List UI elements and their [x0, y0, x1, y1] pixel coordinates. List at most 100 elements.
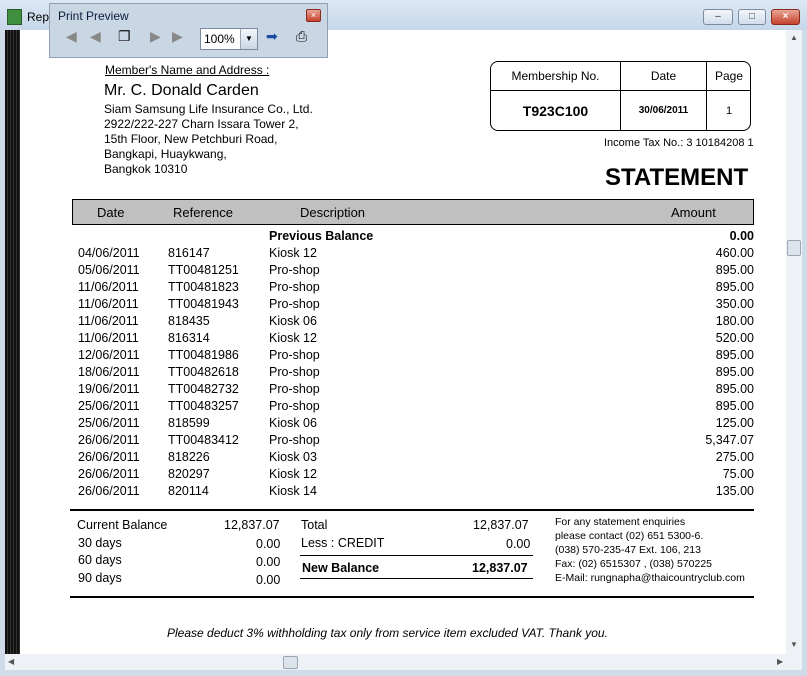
transaction-date: 11/06/2011	[78, 314, 139, 328]
copy-icon[interactable]: ❐	[118, 28, 131, 45]
transaction-amount: 75.00	[722, 467, 754, 481]
window-title: Rep	[27, 10, 50, 24]
footer-note: Please deduct 3% withholding tax only fr…	[167, 626, 608, 640]
transaction-reference: 818599	[168, 416, 210, 430]
transaction-reference: 820114	[168, 484, 209, 498]
transaction-description: Pro-shop	[269, 365, 320, 379]
chevron-down-icon[interactable]: ▼	[240, 29, 257, 49]
transaction-reference: 816147	[168, 246, 210, 260]
transaction-description: Kiosk 06	[269, 416, 317, 430]
table-row: 11/06/2011 TT00481943 Pro-shop 350.00	[20, 297, 786, 314]
contact-line: For any statement enquiries	[555, 516, 686, 528]
membership-label: Membership No.	[511, 69, 600, 83]
transaction-date: 04/06/2011	[78, 246, 140, 260]
divider	[70, 596, 754, 598]
transaction-amount: 5,347.07	[705, 433, 754, 447]
scroll-right-icon[interactable]: ▶	[777, 657, 783, 666]
date-label: Date	[650, 69, 677, 83]
page-label: Page	[714, 69, 744, 83]
credit-amount: 0.00	[506, 537, 531, 551]
transaction-date: 11/06/2011	[78, 280, 139, 294]
transaction-amount: 895.00	[715, 382, 754, 396]
close-icon[interactable]: ×	[306, 9, 321, 22]
export-icon[interactable]: ➡	[266, 28, 278, 45]
first-page-icon[interactable]: ◀​	[66, 28, 77, 45]
transaction-description: Kiosk 12	[269, 331, 317, 345]
contact-line: please contact (02) 651 5300-6.	[555, 530, 704, 542]
transaction-date: 26/06/2011	[78, 450, 140, 464]
close-button[interactable]: ×	[771, 9, 800, 25]
previous-page-icon[interactable]: ◀	[90, 28, 101, 45]
contact-line: (038) 570-235-47 Ext. 106, 213	[555, 544, 701, 556]
table-row: 11/06/2011 816314 Kiosk 12 520.00	[20, 331, 786, 348]
transaction-amount: 895.00	[715, 280, 754, 294]
transaction-reference: TT00481943	[168, 297, 239, 311]
transaction-reference: TT00482732	[168, 382, 239, 396]
table-row: 19/06/2011 TT00482732 Pro-shop 895.00	[20, 382, 786, 399]
aging-amount: 12,837.07	[224, 518, 280, 532]
address-line: 2922/222-227 Charn Issara Tower 2,	[104, 117, 299, 131]
table-row: 12/06/2011 TT00481986 Pro-shop 895.00	[20, 348, 786, 365]
aging-label: 60 days	[78, 553, 122, 567]
scroll-down-icon[interactable]: ▼	[790, 640, 798, 649]
vertical-scrollbar[interactable]: ▲ ▼	[786, 30, 802, 654]
transaction-amount: 895.00	[715, 348, 754, 362]
next-page-icon[interactable]: ▶	[150, 28, 161, 45]
maximize-button[interactable]: □	[738, 9, 766, 25]
table-row: 26/06/2011 820297 Kiosk 12 75.00	[20, 467, 786, 484]
column-amount: Amount	[671, 205, 716, 220]
transaction-reference: 820297	[168, 467, 210, 481]
transaction-description: Kiosk 03	[269, 450, 317, 464]
transaction-reference: TT00483412	[168, 433, 239, 447]
scroll-up-icon[interactable]: ▲	[790, 33, 798, 42]
horizontal-scroll-thumb[interactable]	[283, 656, 298, 669]
transaction-description: Pro-shop	[269, 348, 320, 362]
table-row: 18/06/2011 TT00482618 Pro-shop 895.00	[20, 365, 786, 382]
transaction-date: 26/06/2011	[78, 484, 140, 498]
vertical-scroll-thumb[interactable]	[787, 240, 801, 256]
table-row: 26/06/2011 TT00483412 Pro-shop 5,347.07	[20, 433, 786, 450]
transaction-date: 12/06/2011	[78, 348, 140, 362]
statement-date: 30/06/2011	[638, 105, 689, 116]
contact-line: E-Mail: rungnapha@thaicountryclub.com	[555, 572, 745, 584]
horizontal-scrollbar[interactable]: ◀ ▶	[5, 654, 802, 670]
total-amount: 12,837.07	[473, 518, 529, 532]
transaction-description: Kiosk 14	[269, 484, 317, 498]
transaction-date: 11/06/2011	[78, 297, 139, 311]
transaction-date: 25/06/2011	[78, 399, 140, 413]
transaction-amount: 895.00	[715, 263, 754, 277]
transaction-description: Pro-shop	[269, 263, 320, 277]
transaction-date: 19/06/2011	[78, 382, 140, 396]
table-row: 25/06/2011 818599 Kiosk 06 125.00	[20, 416, 786, 433]
transaction-reference: 818226	[168, 450, 210, 464]
transaction-amount: 460.00	[715, 246, 754, 260]
transaction-date: 26/06/2011	[78, 467, 140, 481]
transaction-amount: 520.00	[715, 331, 754, 345]
table-row: 11/06/2011 818435 Kiosk 06 180.00	[20, 314, 786, 331]
table-row: 25/06/2011 TT00483257 Pro-shop 895.00	[20, 399, 786, 416]
report-window: Rep – □ × Member's Name and Address : Mr…	[0, 0, 807, 676]
previous-balance-row: Previous Balance 0.00	[20, 229, 786, 246]
divider	[300, 578, 533, 579]
table-row: 26/06/2011 818226 Kiosk 03 275.00	[20, 450, 786, 467]
transaction-reference: TT00481986	[168, 348, 239, 362]
print-icon[interactable]: ⎙	[296, 28, 307, 45]
transaction-description: Kiosk 06	[269, 314, 317, 328]
print-preview-toolbar: Print Preview × ◀​ ◀ ❐ ▶ ▶​ 100% ▼ ➡ ⎙	[49, 3, 328, 58]
transaction-description: Kiosk 12	[269, 246, 317, 260]
transaction-description: Pro-shop	[269, 382, 320, 396]
print-preview-title: Print Preview	[58, 9, 129, 23]
address-line: Siam Samsung Life Insurance Co., Ltd.	[104, 102, 313, 116]
transaction-description: Pro-shop	[269, 399, 320, 413]
aging-amount: 0.00	[256, 537, 281, 551]
minimize-button[interactable]: –	[703, 9, 733, 25]
app-icon	[7, 9, 22, 25]
scroll-left-icon[interactable]: ◀	[8, 657, 14, 666]
divider	[300, 555, 533, 556]
last-page-icon[interactable]: ▶​	[172, 28, 183, 45]
table-row: 11/06/2011 TT00481823 Pro-shop 895.00	[20, 280, 786, 297]
contact-line: Fax: (02) 6515307 , (038) 570225	[555, 558, 713, 570]
statement-title: STATEMENT	[605, 164, 749, 191]
transaction-amount: 135.00	[715, 484, 754, 498]
transaction-date: 05/06/2011	[78, 263, 140, 277]
